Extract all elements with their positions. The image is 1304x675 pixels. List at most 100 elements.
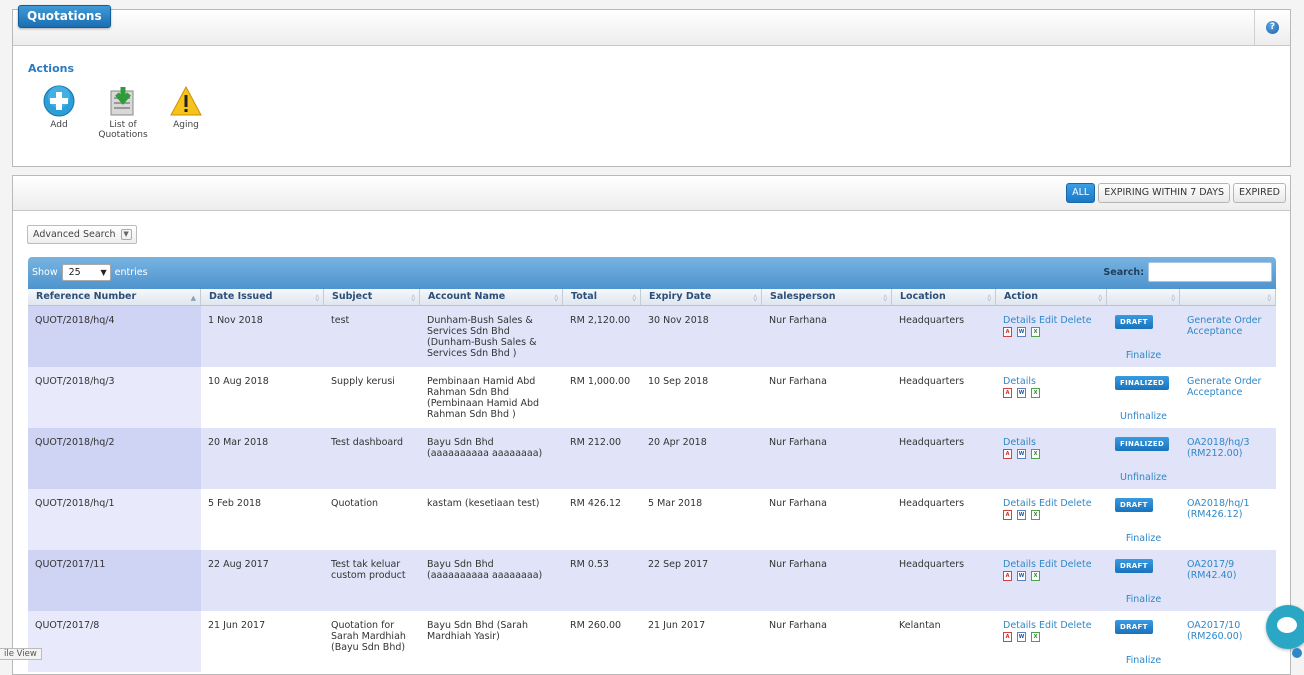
order-acceptance-link[interactable]: Generate Order Acceptance bbox=[1187, 315, 1261, 337]
pdf-icon[interactable]: A bbox=[1003, 327, 1012, 337]
cell-order-acceptance: Generate Order Acceptance bbox=[1180, 306, 1276, 367]
pdf-icon[interactable]: A bbox=[1003, 571, 1012, 581]
word-icon[interactable]: W bbox=[1017, 327, 1026, 337]
cell-reference: QUOT/2018/hq/4 bbox=[28, 306, 201, 367]
list-of-quotations-action[interactable]: List of Quotations bbox=[96, 85, 150, 140]
excel-icon[interactable]: X bbox=[1031, 510, 1040, 520]
col-total[interactable]: Total ◊ bbox=[563, 289, 641, 305]
order-acceptance-link[interactable]: Generate Order Acceptance bbox=[1187, 376, 1261, 398]
cell-actions: Details A W X bbox=[996, 367, 1107, 428]
excel-icon[interactable]: X bbox=[1031, 632, 1040, 642]
word-icon[interactable]: W bbox=[1017, 571, 1026, 581]
order-acceptance-link[interactable]: OA2018/hq/3 (RM212.00) bbox=[1187, 437, 1249, 459]
mobile-view-toggle[interactable]: ile View bbox=[0, 648, 42, 660]
table-search: Search: bbox=[1103, 262, 1272, 282]
table-row: QUOT/2017/8 21 Jun 2017 Quotation for Sa… bbox=[28, 611, 1276, 672]
cell-subject: Test tak keluar custom product bbox=[331, 559, 406, 581]
sort-icon: ◊ bbox=[411, 294, 415, 302]
cell-status: DRAFT Finalize bbox=[1107, 611, 1180, 672]
word-icon[interactable]: W bbox=[1017, 449, 1026, 459]
advanced-search-button[interactable]: Advanced Search ▼ bbox=[27, 225, 137, 244]
pdf-icon[interactable]: A bbox=[1003, 388, 1012, 398]
cell-reference: QUOT/2017/11 bbox=[28, 550, 201, 611]
delete-link[interactable]: Delete bbox=[1060, 315, 1091, 326]
sort-icon: ◊ bbox=[554, 294, 558, 302]
delete-link[interactable]: Delete bbox=[1060, 559, 1091, 570]
cell-total: RM 0.53 bbox=[570, 559, 609, 570]
pdf-icon[interactable]: A bbox=[1003, 510, 1012, 520]
status-badge: DRAFT bbox=[1115, 559, 1153, 573]
col-label: Account Name bbox=[428, 291, 506, 302]
col-location[interactable]: Location ◊ bbox=[892, 289, 996, 305]
word-icon[interactable]: W bbox=[1017, 632, 1026, 642]
entries-select[interactable]: 25 ▼ bbox=[61, 264, 111, 281]
details-link[interactable]: Details bbox=[1003, 437, 1036, 448]
scroll-top-icon[interactable] bbox=[1292, 648, 1302, 658]
edit-link[interactable]: Edit bbox=[1039, 498, 1057, 509]
col-subject[interactable]: Subject ◊ bbox=[324, 289, 420, 305]
table-row: QUOT/2018/hq/3 10 Aug 2018 Supply kerusi… bbox=[28, 367, 1276, 428]
col-action[interactable]: Action ◊ bbox=[996, 289, 1107, 305]
cell-order-acceptance: OA2017/10 (RM260.00) bbox=[1180, 611, 1276, 672]
excel-icon[interactable]: X bbox=[1031, 571, 1040, 581]
col-label: Action bbox=[1004, 291, 1039, 302]
status-badge: FINALIZED bbox=[1115, 376, 1170, 390]
details-link[interactable]: Details bbox=[1003, 498, 1036, 509]
order-acceptance-link[interactable]: OA2018/hq/1 (RM426.12) bbox=[1187, 498, 1249, 520]
excel-icon[interactable]: X bbox=[1031, 449, 1040, 459]
col-account-name[interactable]: Account Name ◊ bbox=[420, 289, 563, 305]
details-link[interactable]: Details bbox=[1003, 620, 1036, 631]
col-date-issued[interactable]: Date Issued ◊ bbox=[201, 289, 324, 305]
cell-date-issued: 10 Aug 2018 bbox=[208, 376, 269, 387]
cell-date-issued: 21 Jun 2017 bbox=[208, 620, 266, 631]
cell-account-name: Bayu Sdn Bhd (Sarah Mardhiah Yasir) bbox=[427, 620, 528, 642]
cell-date-issued: 22 Aug 2017 bbox=[208, 559, 269, 570]
table-header: Reference Number ▲ Date Issued ◊ Subject ◊ … bbox=[28, 289, 1276, 306]
aging-action[interactable]: Aging bbox=[168, 85, 204, 130]
chat-button[interactable] bbox=[1266, 605, 1304, 649]
col-status[interactable]: ◊ bbox=[1107, 289, 1180, 305]
search-input[interactable] bbox=[1148, 262, 1272, 282]
cell-location: Headquarters bbox=[899, 498, 965, 509]
cell-account-name: Pembinaan Hamid Abd Rahman Sdn Bhd (Pemb… bbox=[427, 376, 540, 420]
status-action-link[interactable]: Finalize bbox=[1107, 655, 1180, 666]
edit-link[interactable]: Edit bbox=[1039, 315, 1057, 326]
cell-salesperson: Nur Farhana bbox=[769, 437, 827, 448]
order-acceptance-link[interactable]: OA2017/9 (RM42.40) bbox=[1187, 559, 1236, 581]
pdf-icon[interactable]: A bbox=[1003, 449, 1012, 459]
filter-expired-button[interactable]: EXPIRED bbox=[1233, 183, 1286, 203]
sort-icon: ◊ bbox=[1267, 294, 1271, 302]
excel-icon[interactable]: X bbox=[1031, 327, 1040, 337]
word-icon[interactable]: W bbox=[1017, 388, 1026, 398]
status-action-link[interactable]: Finalize bbox=[1107, 350, 1180, 361]
col-reference-number[interactable]: Reference Number ▲ bbox=[28, 289, 201, 305]
filter-all-button[interactable]: ALL bbox=[1066, 183, 1096, 203]
excel-icon[interactable]: X bbox=[1031, 388, 1040, 398]
delete-link[interactable]: Delete bbox=[1060, 498, 1091, 509]
col-label: Subject bbox=[332, 291, 373, 302]
action-links: Details bbox=[1003, 376, 1107, 387]
status-action-link[interactable]: Unfinalize bbox=[1107, 472, 1180, 483]
status-action-link[interactable]: Finalize bbox=[1107, 533, 1180, 544]
delete-link[interactable]: Delete bbox=[1060, 620, 1091, 631]
details-link[interactable]: Details bbox=[1003, 315, 1036, 326]
col-order-acceptance[interactable]: ◊ bbox=[1180, 289, 1276, 305]
quotations-list-panel: ALL EXPIRING WITHIN 7 DAYS EXPIRED Advan… bbox=[12, 175, 1291, 675]
word-icon[interactable]: W bbox=[1017, 510, 1026, 520]
details-link[interactable]: Details bbox=[1003, 559, 1036, 570]
col-expiry-date[interactable]: Expiry Date ◊ bbox=[641, 289, 762, 305]
filter-expiring-button[interactable]: EXPIRING WITHIN 7 DAYS bbox=[1098, 183, 1231, 203]
cell-order-acceptance: Generate Order Acceptance bbox=[1180, 367, 1276, 428]
edit-link[interactable]: Edit bbox=[1039, 620, 1057, 631]
cell-location: Headquarters bbox=[899, 376, 965, 387]
action-links: Details Edit Delete bbox=[1003, 559, 1107, 570]
status-action-link[interactable]: Unfinalize bbox=[1107, 411, 1180, 422]
pdf-icon[interactable]: A bbox=[1003, 632, 1012, 642]
add-action[interactable]: Add bbox=[41, 85, 77, 130]
status-action-link[interactable]: Finalize bbox=[1107, 594, 1180, 605]
question-icon[interactable]: ? bbox=[1266, 21, 1279, 34]
col-salesperson[interactable]: Salesperson ◊ bbox=[762, 289, 892, 305]
details-link[interactable]: Details bbox=[1003, 376, 1036, 387]
edit-link[interactable]: Edit bbox=[1039, 559, 1057, 570]
order-acceptance-link[interactable]: OA2017/10 (RM260.00) bbox=[1187, 620, 1242, 642]
